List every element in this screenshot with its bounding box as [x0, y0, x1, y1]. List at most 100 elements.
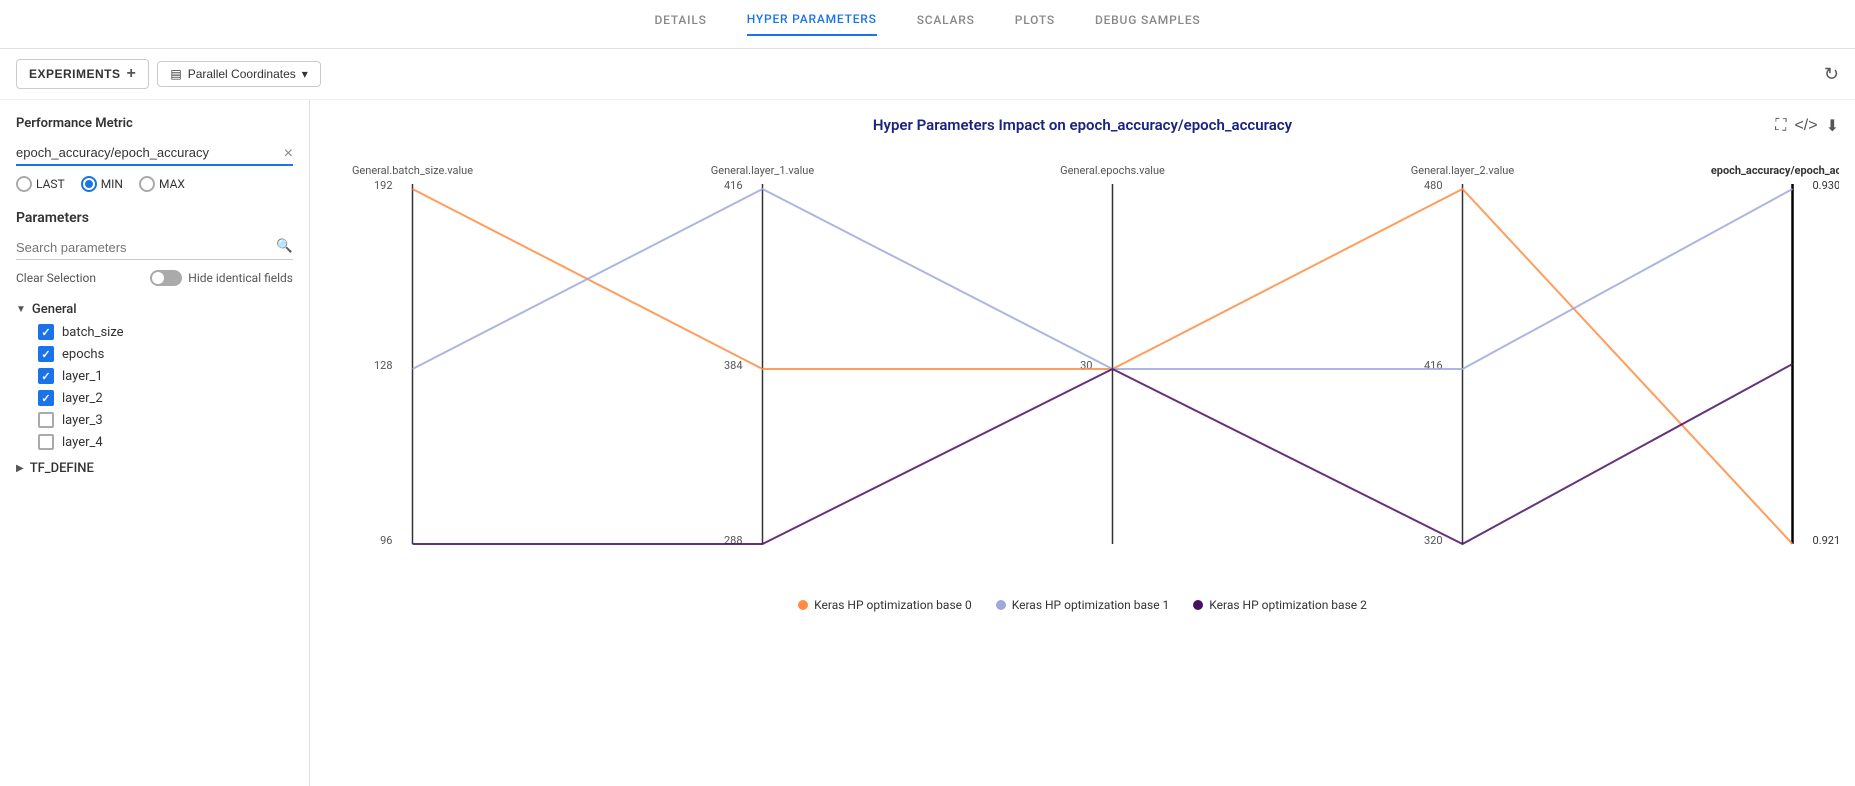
group-tf-define-header[interactable]: ▶ TF_DEFINE	[16, 457, 293, 480]
performance-metric-title: Performance Metric	[16, 116, 293, 131]
radio-max[interactable]: MAX	[139, 176, 185, 192]
performance-metric-input[interactable]	[16, 141, 293, 166]
param-batch-size-label: batch_size	[62, 325, 124, 340]
checkbox-epochs[interactable]: ✓	[38, 346, 54, 362]
param-batch-size[interactable]: ✓ batch_size	[16, 321, 293, 343]
tab-details[interactable]: DETAILS	[655, 13, 707, 35]
legend-label-0: Keras HP optimization base 0	[814, 598, 972, 612]
group-general-header[interactable]: ▼ General	[16, 298, 293, 321]
radio-max-circle	[139, 176, 155, 192]
radio-group: LAST MIN MAX	[16, 176, 293, 192]
chevron-down-icon: ▼	[16, 304, 26, 315]
legend-label-1: Keras HP optimization base 1	[1012, 598, 1170, 612]
add-icon: +	[127, 65, 137, 83]
radio-last-label: LAST	[36, 177, 65, 191]
legend-item-2: Keras HP optimization base 2	[1193, 598, 1367, 612]
tab-hyper-parameters[interactable]: HYPER PARAMETERS	[747, 12, 877, 36]
svg-text:416: 416	[1424, 359, 1443, 372]
group-general: ▼ General ✓ batch_size ✓ epochs ✓ layer_…	[16, 298, 293, 453]
checkbox-batch-size[interactable]: ✓	[38, 324, 54, 340]
param-layer-2-label: layer_2	[62, 391, 103, 406]
chart-icon: ▤	[170, 67, 181, 81]
svg-text:128: 128	[374, 359, 393, 372]
search-params-input[interactable]	[16, 236, 293, 260]
param-epochs-label: epochs	[62, 347, 104, 362]
chart-container: General.batch_size.value General.layer_1…	[326, 154, 1839, 574]
svg-text:288: 288	[724, 534, 743, 547]
param-layer-1[interactable]: ✓ layer_1	[16, 365, 293, 387]
toggle-switch[interactable]	[150, 270, 182, 286]
experiments-button[interactable]: EXPERIMENTS +	[16, 59, 149, 89]
sidebar: Performance Metric × LAST MIN MAX Parame…	[0, 100, 310, 786]
tab-scalars[interactable]: SCALARS	[917, 13, 975, 35]
svg-text:0.9300000071525574: 0.9300000071525574	[1813, 179, 1840, 192]
toolbar-right: ↻	[1824, 64, 1839, 85]
group-general-label: General	[32, 302, 77, 317]
radio-min-label: MIN	[101, 177, 123, 191]
dropdown-icon: ▾	[302, 67, 308, 81]
refresh-button[interactable]: ↻	[1824, 64, 1839, 85]
toolbar: EXPERIMENTS + ▤ Parallel Coordinates ▾ ↻	[0, 49, 1855, 100]
legend-label-2: Keras HP optimization base 2	[1209, 598, 1367, 612]
performance-metric-wrap: ×	[16, 141, 293, 166]
group-tf-define-label: TF_DEFINE	[30, 461, 94, 476]
param-layer-4[interactable]: layer_4	[16, 431, 293, 453]
hide-identical-toggle[interactable]: Hide identical fields	[150, 270, 293, 286]
radio-last[interactable]: LAST	[16, 176, 65, 192]
parallel-coordinates-button[interactable]: ▤ Parallel Coordinates ▾	[157, 61, 320, 87]
checkbox-layer-3[interactable]	[38, 412, 54, 428]
legend-dot-2	[1193, 600, 1203, 610]
param-layer-3-label: layer_3	[62, 413, 103, 428]
svg-text:General.epochs.value: General.epochs.value	[1060, 164, 1165, 177]
content-area: Hyper Parameters Impact on epoch_accurac…	[310, 100, 1855, 786]
legend-dot-0	[798, 600, 808, 610]
radio-min[interactable]: MIN	[81, 176, 123, 192]
parameters-title: Parameters	[16, 210, 293, 226]
param-layer-1-label: layer_1	[62, 369, 103, 384]
param-layer-4-label: layer_4	[62, 435, 103, 450]
checkbox-layer-4[interactable]	[38, 434, 54, 450]
legend-dot-1	[996, 600, 1006, 610]
radio-last-circle	[16, 176, 32, 192]
fullscreen-button[interactable]: ⛶	[1775, 116, 1786, 136]
legend-item-1: Keras HP optimization base 1	[996, 598, 1170, 612]
param-layer-2[interactable]: ✓ layer_2	[16, 387, 293, 409]
param-epochs[interactable]: ✓ epochs	[16, 343, 293, 365]
download-button[interactable]: ⬇	[1826, 116, 1839, 136]
clear-hide-row: Clear Selection Hide identical fields	[16, 270, 293, 286]
clear-metric-button[interactable]: ×	[284, 145, 293, 163]
tab-plots[interactable]: PLOTS	[1015, 13, 1055, 35]
svg-text:480: 480	[1424, 179, 1443, 192]
search-icon[interactable]: 🔍	[276, 238, 293, 254]
legend: Keras HP optimization base 0 Keras HP op…	[326, 598, 1839, 612]
search-params-wrap: 🔍	[16, 236, 293, 260]
checkbox-layer-1[interactable]: ✓	[38, 368, 54, 384]
svg-text:416: 416	[724, 179, 743, 192]
svg-text:General.layer_1.value: General.layer_1.value	[711, 164, 815, 177]
svg-text:384: 384	[724, 359, 743, 372]
radio-min-circle	[81, 176, 97, 192]
experiments-label: EXPERIMENTS	[29, 67, 121, 81]
legend-item-0: Keras HP optimization base 0	[798, 598, 972, 612]
svg-text:320: 320	[1424, 534, 1443, 547]
tab-debug-samples[interactable]: DEBUG SAMPLES	[1095, 13, 1201, 35]
chart-title: Hyper Parameters Impact on epoch_accurac…	[326, 116, 1839, 134]
top-nav: DETAILS HYPER PARAMETERS SCALARS PLOTS D…	[0, 0, 1855, 49]
param-layer-3[interactable]: layer_3	[16, 409, 293, 431]
chevron-right-icon: ▶	[16, 463, 24, 474]
main-layout: Performance Metric × LAST MIN MAX Parame…	[0, 100, 1855, 786]
svg-text:30: 30	[1080, 359, 1092, 372]
svg-text:0.9212333559989929: 0.9212333559989929	[1813, 534, 1840, 547]
code-button[interactable]: </>	[1794, 116, 1817, 136]
checkbox-layer-2[interactable]: ✓	[38, 390, 54, 406]
parameters-section: Parameters 🔍 Clear Selection Hide identi…	[16, 210, 293, 480]
radio-max-label: MAX	[159, 177, 185, 191]
chart-svg: General.batch_size.value General.layer_1…	[326, 154, 1839, 574]
group-tf-define: ▶ TF_DEFINE	[16, 457, 293, 480]
svg-text:96: 96	[380, 534, 392, 547]
svg-text:epoch_accuracy/epoch_accuracy: epoch_accuracy/epoch_accuracy	[1711, 164, 1839, 177]
toggle-knob	[152, 272, 164, 284]
chart-actions: ⛶ </> ⬇	[1775, 116, 1839, 136]
clear-selection-button[interactable]: Clear Selection	[16, 271, 96, 285]
parallel-label: Parallel Coordinates	[188, 67, 296, 81]
